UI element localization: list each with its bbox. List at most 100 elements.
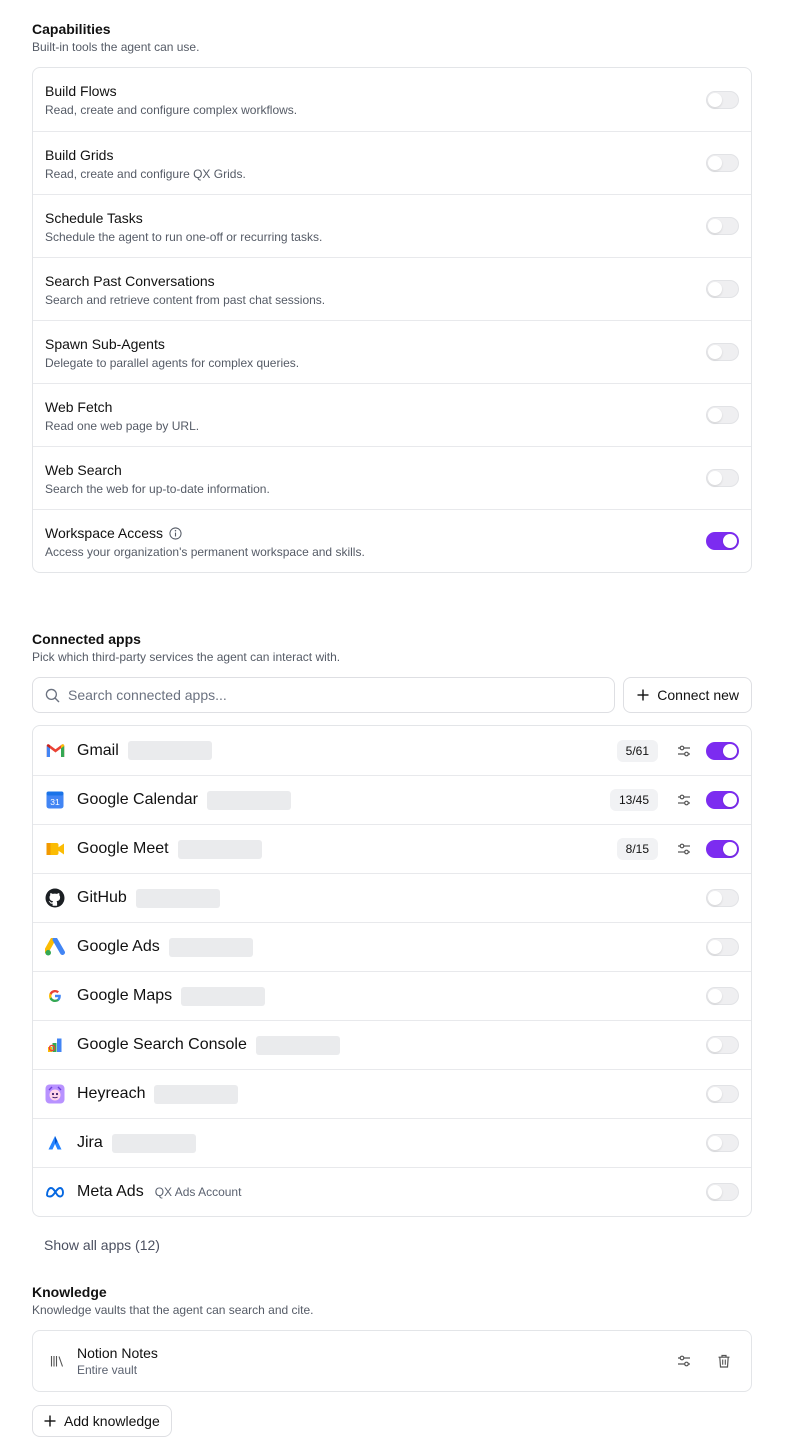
toggle-knob: [708, 219, 722, 233]
settings-sliders-icon[interactable]: [677, 842, 691, 856]
app-row-gmail: Gmail 5/61: [33, 726, 751, 775]
toggle-knob: [708, 408, 722, 422]
google-ads-icon: [45, 937, 65, 957]
capability-description: Search the web for up-to-date informatio…: [45, 482, 270, 496]
info-icon[interactable]: [169, 526, 182, 540]
apps-search-row: Connect new: [32, 677, 752, 713]
capability-name: Spawn Sub-Agents: [45, 336, 165, 352]
capability-spawn-sub-agents: Spawn Sub-Agents Delegate to parallel ag…: [33, 320, 751, 383]
schedule-tasks-toggle[interactable]: [706, 217, 739, 235]
knowledge-description: Knowledge vaults that the agent can sear…: [32, 1303, 314, 1317]
show-all-apps-wrapper: Show all apps (12): [32, 1237, 752, 1255]
redacted-account: [206, 790, 291, 810]
connect-new-button[interactable]: Connect new: [623, 677, 752, 713]
capability-workspace-access: Workspace Access Access your organizatio…: [33, 509, 751, 572]
meta-ads-toggle[interactable]: [706, 1183, 739, 1201]
toggle-knob: [708, 345, 722, 359]
trash-icon[interactable]: [717, 1354, 731, 1368]
apps-search-input[interactable]: [68, 687, 615, 703]
gmail-toggle[interactable]: [706, 741, 739, 760]
google-maps-toggle[interactable]: [706, 987, 739, 1005]
app-name: Meta Ads: [77, 1183, 144, 1200]
connected-apps-section: Connected apps Pick which third-party se…: [32, 630, 752, 1255]
search-past-conversations-toggle[interactable]: [706, 280, 739, 298]
google-meet-toggle[interactable]: [706, 840, 739, 858]
capability-name: Web Search: [45, 462, 122, 478]
toggle-knob: [708, 1185, 722, 1199]
apps-list: Gmail 5/61 31 Google Calendar 13/45 Goog…: [32, 725, 752, 1217]
apps-search-box[interactable]: [32, 677, 616, 713]
settings-sliders-icon[interactable]: [677, 793, 691, 807]
capabilities-list: Build Flows Read, create and configure c…: [32, 67, 752, 573]
app-name: Jira: [77, 1134, 103, 1151]
connect-new-label: Connect new: [657, 687, 739, 703]
capability-description: Read one web page by URL.: [45, 419, 200, 433]
settings-sliders-icon[interactable]: [677, 744, 691, 758]
redacted-account: [181, 986, 266, 1006]
app-row-google-ads: Google Ads: [33, 922, 751, 971]
toggle-knob: [708, 471, 722, 485]
app-name: Google Ads: [77, 938, 160, 955]
spawn-sub-agents-toggle[interactable]: [706, 343, 739, 361]
search-icon: [45, 688, 60, 702]
app-row-github: GitHub: [33, 873, 751, 922]
jira-toggle[interactable]: [706, 1134, 739, 1152]
capability-name: Build Grids: [45, 147, 114, 163]
google-ads-toggle[interactable]: [706, 938, 739, 956]
google-search-console-icon: [45, 1035, 65, 1055]
capability-description: Read, create and configure complex workf…: [45, 103, 298, 117]
app-row-google-search-console: Google Search Console: [33, 1020, 751, 1069]
redacted-account: [255, 1035, 340, 1055]
build-flows-toggle[interactable]: [706, 90, 739, 109]
capabilities-description: Built-in tools the agent can use.: [32, 40, 200, 54]
build-grids-toggle[interactable]: [706, 154, 739, 172]
redacted-account: [127, 741, 212, 760]
capability-description: Access your organization's permanent wor…: [45, 545, 365, 559]
toggle-knob: [723, 793, 737, 807]
google-meet-icon: [45, 839, 65, 859]
redacted-account: [154, 1084, 239, 1104]
toggle-knob: [708, 282, 722, 296]
capability-schedule-tasks: Schedule Tasks Schedule the agent to run…: [33, 194, 751, 257]
heyreach-toggle[interactable]: [706, 1085, 739, 1103]
show-all-apps-link[interactable]: Show all apps (12): [44, 1237, 160, 1253]
capability-web-fetch: Web Fetch Read one web page by URL.: [33, 383, 751, 446]
google-maps-icon: [45, 986, 65, 1006]
app-account-name: QX Ads Account: [154, 1185, 242, 1199]
app-name: Google Search Console: [77, 1036, 247, 1053]
capability-name: Workspace Access: [45, 525, 164, 541]
add-knowledge-button[interactable]: Add knowledge: [32, 1405, 172, 1437]
web-fetch-toggle[interactable]: [706, 406, 739, 424]
connected-apps-description: Pick which third-party services the agen…: [32, 650, 341, 664]
capability-search-past-conversations: Search Past Conversations Search and ret…: [33, 257, 751, 320]
toggle-knob: [723, 534, 737, 548]
app-row-google-maps: Google Maps: [33, 971, 751, 1020]
knowledge-item-notion-notes: Notion Notes Entire vault: [33, 1331, 751, 1391]
github-icon: [45, 888, 65, 908]
knowledge-title: Knowledge: [32, 1284, 107, 1300]
app-name: Google Calendar: [77, 791, 198, 808]
workspace-access-toggle[interactable]: [706, 532, 739, 550]
capabilities-title: Capabilities: [32, 21, 111, 37]
google-calendar-toggle[interactable]: [706, 791, 739, 809]
toggle-knob: [708, 156, 722, 170]
app-name: GitHub: [77, 889, 127, 906]
capability-description: Read, create and configure QX Grids.: [45, 167, 246, 181]
toggle-knob: [708, 1038, 722, 1052]
capability-description: Delegate to parallel agents for complex …: [45, 356, 300, 370]
tool-count-badge: 8/15: [616, 838, 658, 860]
svg-text:31: 31: [50, 797, 60, 807]
capabilities-section: Capabilities Built-in tools the agent ca…: [32, 20, 752, 573]
github-toggle[interactable]: [706, 889, 739, 907]
capability-build-flows: Build Flows Read, create and configure c…: [33, 68, 751, 131]
connected-apps-title: Connected apps: [32, 631, 141, 647]
app-name: Google Meet: [77, 840, 169, 857]
google-search-console-toggle[interactable]: [706, 1036, 739, 1054]
redacted-account: [177, 839, 262, 859]
app-row-meta-ads: Meta Ads QX Ads Account: [33, 1167, 751, 1216]
library-icon: [50, 1356, 64, 1367]
web-search-toggle[interactable]: [706, 469, 739, 487]
settings-sliders-icon[interactable]: [677, 1354, 691, 1368]
heyreach-icon: [45, 1084, 65, 1104]
capability-description: Schedule the agent to run one-off or rec…: [45, 230, 323, 244]
